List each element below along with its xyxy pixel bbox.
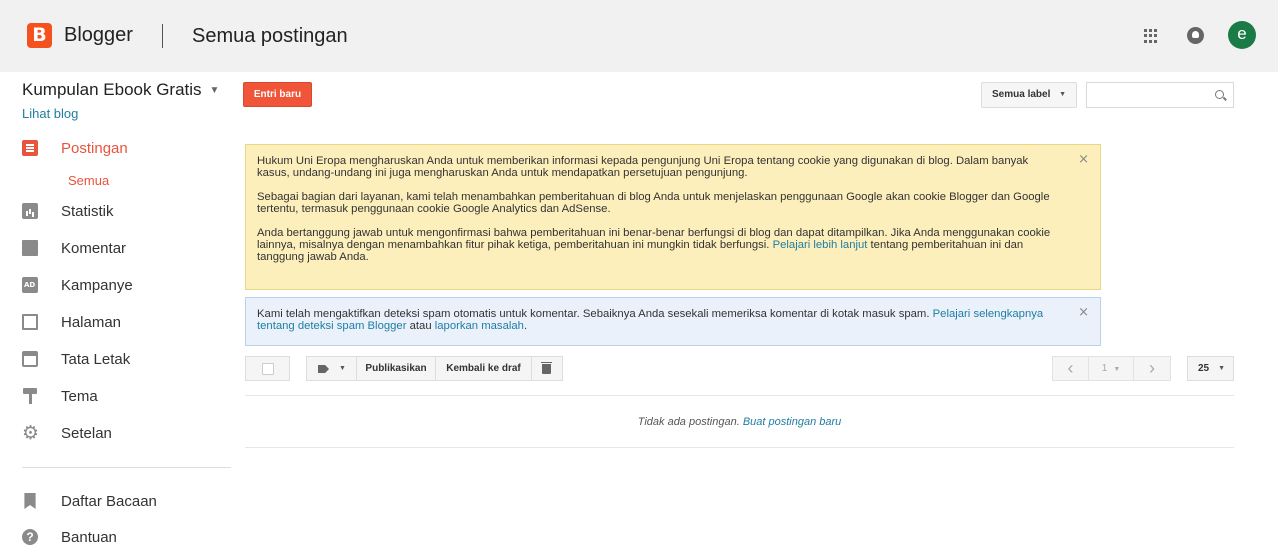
search-input[interactable] [1086, 82, 1234, 108]
revert-to-draft-button[interactable]: Kembali ke draf [436, 357, 532, 380]
cookie-notice-p3: Anda bertanggung jawab untuk mengonfirma… [257, 227, 1060, 263]
spam-notice-or: atau [409, 320, 432, 332]
blogger-logo-icon[interactable]: B [27, 23, 52, 48]
sidebar-item-label: Statistik [61, 202, 114, 220]
sidebar-item-layout[interactable]: Tata Letak [22, 348, 130, 370]
list-divider [245, 447, 1234, 448]
select-all-checkbox[interactable] [262, 363, 274, 375]
view-blog-link[interactable]: Lihat blog [22, 106, 78, 121]
bookmark-icon [24, 493, 36, 509]
select-all-checkbox-wrap[interactable] [245, 356, 290, 381]
list-divider [245, 395, 1234, 396]
chevron-down-icon: ▼ [1218, 365, 1225, 372]
sidebar-item-label: Kampanye [61, 276, 133, 294]
report-problem-link[interactable]: laporkan masalah [435, 320, 524, 332]
publish-button[interactable]: Publikasikan [357, 357, 436, 380]
theme-icon [22, 388, 38, 404]
page-title: Semua postingan [192, 25, 348, 47]
gear-icon: ⚙ [22, 422, 40, 444]
notifications-icon[interactable] [1187, 27, 1204, 44]
page-selector[interactable]: 1 ▼ [1089, 357, 1134, 380]
sidebar-item-pages[interactable]: Halaman [22, 311, 121, 333]
campaign-icon [22, 277, 38, 293]
brand-name[interactable]: Blogger [64, 24, 133, 47]
pages-icon [22, 314, 38, 330]
page-number: 1 [1101, 363, 1108, 374]
spam-notice: Kami telah mengaktifkan deteksi spam oto… [245, 297, 1101, 346]
cookie-notice-p1: Hukum Uni Eropa mengharuskan Anda untuk … [257, 155, 1029, 179]
sidebar-item-theme[interactable]: Tema [22, 385, 98, 407]
avatar[interactable]: e [1228, 21, 1256, 49]
close-icon[interactable]: × [1078, 306, 1089, 319]
empty-state-message: Tidak ada postingan. [637, 416, 740, 428]
chevron-down-icon: ▼ [209, 85, 220, 97]
close-icon[interactable]: × [1078, 153, 1089, 166]
sidebar-item-comments[interactable]: Komentar [22, 237, 126, 259]
pagination: ‹ 1 ▼ › [1052, 356, 1171, 381]
label-menu-button[interactable]: ▼ [307, 357, 357, 380]
apps-grid-icon[interactable] [1144, 29, 1158, 43]
sidebar-divider [22, 467, 231, 468]
spam-notice-body: Kami telah mengaktifkan deteksi spam oto… [257, 308, 930, 320]
sidebar-item-label: Tata Letak [61, 350, 131, 368]
posts-icon [22, 140, 38, 156]
chevron-down-icon: ▼ [1059, 91, 1066, 98]
chevron-down-icon: ▼ [339, 365, 346, 372]
learn-more-link[interactable]: Pelajari lebih lanjut [773, 239, 868, 251]
sidebar-item-campaign[interactable]: Kampanye [22, 274, 133, 296]
blog-selector[interactable]: Kumpulan Ebook Gratis ▼ [22, 80, 219, 100]
sidebar-item-label: Daftar Bacaan [61, 492, 157, 510]
spam-notice-text: Kami telah mengaktifkan deteksi spam oto… [257, 308, 1060, 332]
sidebar-item-label: Setelan [61, 424, 112, 442]
spam-notice-end: . [523, 320, 528, 332]
sidebar-item-posts[interactable]: Postingan [22, 137, 128, 159]
next-page-button[interactable]: › [1134, 357, 1170, 380]
post-actions-group: ▼ Publikasikan Kembali ke draf [306, 356, 563, 381]
layout-icon [22, 351, 38, 367]
label-filter-value: Semua label [992, 89, 1051, 100]
cookie-notice: Hukum Uni Eropa mengharuskan Anda untuk … [245, 144, 1101, 290]
top-bar: B Blogger Semua postingan e [0, 0, 1278, 72]
search-icon[interactable] [1215, 90, 1224, 99]
chevron-down-icon: ▼ [1113, 366, 1121, 373]
per-page-dropdown[interactable]: 25 ▼ [1187, 356, 1234, 381]
blog-name-label: Kumpulan Ebook Gratis [22, 80, 202, 99]
comments-icon [22, 240, 38, 256]
previous-page-button[interactable]: ‹ [1053, 357, 1089, 380]
sidebar-item-help[interactable]: ? Bantuan [22, 526, 117, 547]
per-page-value: 25 [1198, 363, 1210, 374]
help-icon: ? [22, 529, 38, 545]
cookie-notice-p2: Sebagai bagian dari layanan, kami telah … [257, 191, 1050, 215]
sidebar-item-reading-list[interactable]: Daftar Bacaan [22, 490, 157, 512]
create-post-link[interactable]: Buat postingan baru [743, 416, 841, 428]
sidebar-item-label: Tema [61, 387, 98, 405]
sidebar-item-label: Komentar [61, 239, 127, 257]
sidebar-item-stats[interactable]: Statistik [22, 200, 114, 222]
sidebar-item-label: Bantuan [61, 528, 117, 546]
sidebar-item-settings[interactable]: ⚙ Setelan [22, 422, 112, 444]
label-filter-dropdown[interactable]: Semua label ▼ [981, 82, 1077, 108]
tag-icon [318, 365, 329, 373]
sidebar-item-label: Postingan [61, 139, 128, 157]
sidebar-item-label: Halaman [61, 313, 122, 331]
header-divider [162, 24, 163, 48]
sidebar-subitem-all[interactable]: Semua [68, 173, 109, 188]
trash-icon [541, 362, 552, 374]
empty-state: Tidak ada postingan. Buat postingan baru [245, 416, 1234, 428]
new-post-button[interactable]: Entri baru [243, 82, 312, 107]
delete-button[interactable] [532, 357, 562, 380]
stats-icon [22, 203, 38, 219]
